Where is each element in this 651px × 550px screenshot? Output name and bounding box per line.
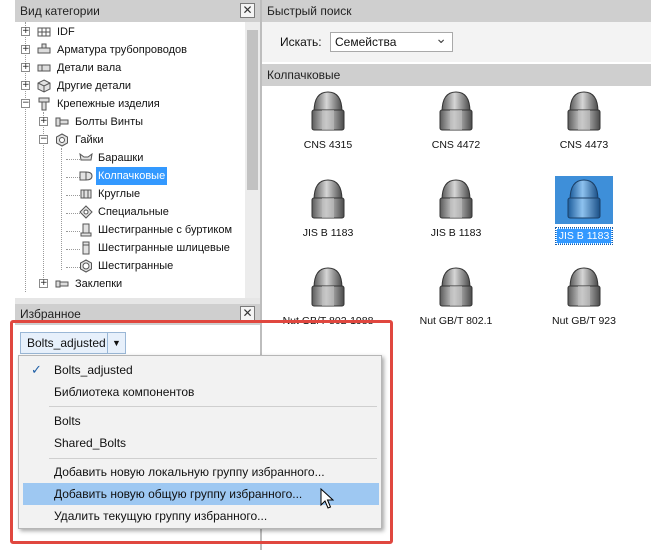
quick-search-title: Быстрый поиск [267, 4, 352, 18]
quick-search-header: Быстрый поиск [262, 0, 651, 22]
tree-item-special-nuts[interactable]: Специальные [15, 203, 260, 221]
rivet-icon [55, 280, 69, 288]
hex-nut-icon [80, 259, 92, 273]
close-icon: ✕ [242, 306, 253, 320]
tree-item-bolts-screws[interactable]: + Болты Винты [15, 113, 260, 131]
expand-icon[interactable]: + [21, 63, 30, 72]
result-item[interactable]: Nut GB/T 802.1 [408, 266, 504, 328]
tree-item-label: Заклепки [75, 278, 123, 290]
result-item[interactable]: Nut GB/T 923 [536, 266, 632, 328]
search-scope-value: Семейства [335, 35, 397, 49]
result-caption: Nut GB/T 923 [551, 315, 616, 327]
expand-icon[interactable]: + [39, 117, 48, 126]
tree-item-label: Барашки [98, 152, 144, 164]
tree-item-label: IDF [57, 26, 75, 38]
fastener-icon [38, 97, 50, 111]
expand-icon[interactable]: + [39, 279, 48, 288]
slotted-nut-icon [82, 241, 90, 255]
selection-highlight [555, 176, 613, 224]
result-item[interactable]: JIS B 1183 [408, 178, 504, 240]
nut-icon [56, 133, 68, 147]
tree-item-label: Шестигранные шлицевые [98, 242, 230, 254]
result-item[interactable]: Nut GB/T 802-1988 [280, 266, 376, 328]
search-label: Искать: [280, 35, 322, 49]
search-scope-select[interactable]: Семейства ⌄ [330, 30, 453, 52]
shaft-icon [37, 64, 51, 72]
expand-icon[interactable]: + [21, 81, 30, 90]
result-caption: JIS B 1183 [302, 227, 354, 239]
expand-icon[interactable]: + [21, 27, 30, 36]
tree-item-idf[interactable]: + IDF [15, 23, 260, 41]
category-panel-header: Вид категории [15, 0, 260, 22]
result-caption: JIS B 1183 [554, 227, 614, 245]
result-caption: CNS 4473 [559, 139, 609, 151]
tree-item-label: Шестигранные [98, 260, 174, 272]
cap-nut-icon [311, 267, 345, 307]
result-item[interactable]: CNS 4473 [536, 90, 632, 152]
grid-icon [37, 27, 51, 37]
wing-nut-icon [79, 152, 93, 161]
tree-item-nuts[interactable]: − Гайки [15, 131, 260, 149]
expand-icon[interactable]: + [21, 45, 30, 54]
tree-item-slotted-nuts[interactable]: Шестигранные шлицевые [15, 239, 260, 257]
bolt-icon [55, 117, 69, 127]
result-caption: Nut GB/T 802.1 [419, 315, 493, 327]
collapse-icon[interactable]: − [21, 99, 30, 108]
tree-item-label: Арматура трубопроводов [57, 44, 187, 56]
cap-nut-icon [567, 267, 601, 307]
result-item[interactable]: JIS B 1183 [280, 178, 376, 240]
tree-item-label: Другие детали [57, 80, 132, 92]
tree-item-shaft-parts[interactable]: + Детали вала [15, 59, 260, 77]
collapse-icon[interactable]: − [39, 135, 48, 144]
favorites-panel-close-button[interactable]: ✕ [240, 306, 255, 321]
cap-nut-icon [567, 91, 601, 131]
tree-item-label: Колпачковые [96, 167, 168, 185]
cap-nut-icon [567, 179, 601, 219]
cap-nut-icon [311, 91, 345, 131]
result-caption: CNS 4315 [303, 139, 353, 151]
flange-nut-icon [80, 223, 92, 237]
close-icon: ✕ [242, 3, 253, 17]
results-section-title: Колпачковые [267, 68, 341, 82]
cap-nut-icon [439, 267, 473, 307]
result-item[interactable]: CNS 4472 [408, 90, 504, 152]
quick-search-bar: Искать: Семейства ⌄ [262, 22, 651, 62]
cap-nut-icon [79, 171, 93, 181]
annotation-highlight-frame [10, 320, 393, 544]
cap-nut-icon [439, 91, 473, 131]
chevron-down-icon: ⌄ [435, 30, 447, 46]
tree-item-fasteners[interactable]: − Крепежные изделия [15, 95, 260, 113]
tree-item-wing-nuts[interactable]: Барашки [15, 149, 260, 167]
tree-scrollbar-thumb[interactable] [247, 30, 258, 190]
round-nut-icon [80, 189, 92, 199]
favorites-panel-title: Избранное [20, 307, 81, 321]
special-nut-icon [79, 205, 93, 219]
tree-item-label: Детали вала [57, 62, 122, 74]
result-item[interactable]: CNS 4315 [280, 90, 376, 152]
tree-item-pipe-fittings[interactable]: + Арматура трубопроводов [15, 41, 260, 59]
tree-item-label: Гайки [75, 134, 104, 146]
result-caption: CNS 4472 [431, 139, 481, 151]
tree-item-label: Крепежные изделия [57, 98, 160, 110]
tree-item-flange-nuts[interactable]: Шестигранные с буртиком [15, 221, 260, 239]
cube-icon [37, 79, 51, 93]
results-section-header: Колпачковые [262, 64, 651, 86]
tree-item-hex-nuts[interactable]: Шестигранные [15, 257, 260, 275]
valve-icon [37, 43, 51, 54]
tree-item-label: Круглые [98, 188, 141, 200]
category-tree: + IDF + Арматура трубопроводов + Детали … [15, 22, 260, 298]
result-caption: JIS B 1183 [430, 227, 482, 239]
tree-item-label: Специальные [98, 206, 169, 218]
tree-item-other-parts[interactable]: + Другие детали [15, 77, 260, 95]
category-panel-close-button[interactable]: ✕ [240, 3, 255, 18]
tree-item-round-nuts[interactable]: Круглые [15, 185, 260, 203]
cap-nut-icon [439, 179, 473, 219]
category-panel-title: Вид категории [20, 4, 100, 18]
tree-item-cap-nuts[interactable]: Колпачковые [15, 167, 260, 185]
result-item-selected[interactable]: JIS B 1183 [536, 176, 632, 245]
cap-nut-icon [311, 179, 345, 219]
tree-item-rivets[interactable]: + Заклепки [15, 275, 260, 293]
tree-item-label: Болты Винты [75, 116, 144, 128]
tree-item-label: Шестигранные с буртиком [98, 224, 233, 236]
